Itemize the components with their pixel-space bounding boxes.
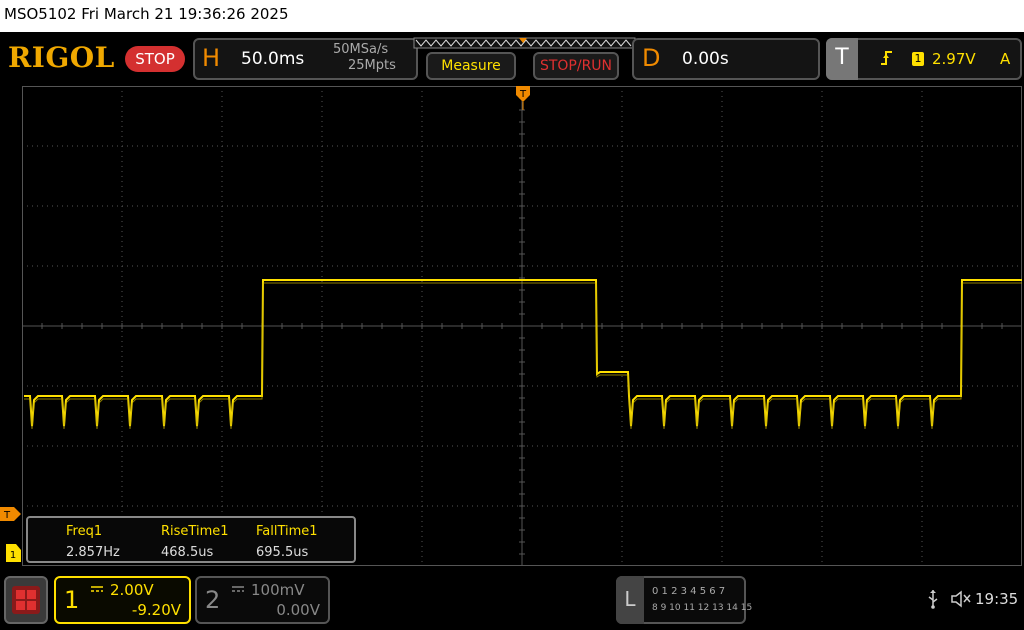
ch1-offset-marker[interactable]: 1	[6, 543, 22, 563]
ch1-waveform-noise	[24, 282, 1022, 430]
logic-panel[interactable]: L 0 1 2 3 4 5 6 7 8 9 10 11 12 13 14 15	[616, 576, 752, 624]
measure-button[interactable]: Measure	[426, 52, 516, 80]
trigger-level: 2.97V	[932, 50, 976, 68]
usb-icon	[928, 590, 938, 609]
logic-letter-box: L	[616, 576, 644, 624]
logic-letter: L	[624, 587, 636, 611]
trigger-time-marker[interactable]: T	[515, 86, 531, 110]
ch2-scale: 100mV	[251, 581, 305, 599]
meas-value-freq: 2.857Hz	[66, 545, 120, 560]
logic-channels-high: 8 9 10 11 12 13 14 15	[652, 603, 753, 613]
svg-text:T: T	[3, 510, 11, 521]
meas-value-fall: 695.5us	[256, 545, 309, 560]
svg-text:T: T	[519, 89, 527, 100]
ch2-offset: 0.00V	[276, 601, 320, 619]
logic-channels-low: 0 1 2 3 4 5 6 7	[652, 586, 726, 597]
rising-edge-icon	[881, 51, 892, 65]
speaker-muted-icon[interactable]	[950, 590, 972, 608]
horizontal-panel[interactable]: H 50.0ms 50MSa/s 25Mpts	[193, 38, 418, 80]
memory-depth: 25Mpts	[348, 58, 396, 73]
ch1-scale: 2.00V	[110, 581, 154, 599]
dc-coupling-icon	[232, 586, 244, 592]
meas-label-fall: FallTime1	[256, 524, 318, 539]
trigger-source-badge: 1	[912, 52, 924, 66]
stop-run-button[interactable]: STOP/RUN	[533, 52, 619, 80]
memory-overview[interactable]	[412, 36, 637, 50]
meas-label-rise: RiseTime1	[161, 524, 229, 539]
sample-rate: 50MSa/s	[333, 42, 389, 57]
run-status-badge[interactable]: STOP	[125, 46, 185, 72]
trigger-letter-box: T	[826, 38, 858, 80]
ch2-panel[interactable]: 2 100mV 0.00V	[195, 576, 330, 624]
dc-coupling-icon	[91, 586, 103, 592]
trigger-mode: A	[1000, 50, 1011, 68]
delay-panel[interactable]: D 0.00s	[632, 38, 820, 80]
svg-text:1: 1	[10, 550, 16, 561]
horizontal-letter: H	[202, 44, 221, 72]
ch1-panel[interactable]: 1 2.00V -9.20V	[54, 576, 191, 624]
brand-logo: RIGOL	[8, 41, 115, 74]
trigger-panel[interactable]: T 1 2.97V A	[826, 38, 1022, 80]
title-bar: MSO5102 Fri March 21 19:36:26 2025	[0, 0, 1024, 32]
meas-value-rise: 468.5us	[161, 545, 214, 560]
main-menu-button[interactable]	[4, 576, 48, 624]
ch2-number: 2	[205, 586, 221, 614]
ch1-number: 1	[64, 586, 80, 614]
device-title: MSO5102 Fri March 21 19:36:26 2025	[4, 5, 289, 23]
delay-value: 0.00s	[682, 49, 729, 69]
graticule	[22, 86, 1022, 566]
waveform-display[interactable]	[22, 86, 1022, 566]
ch1-offset: -9.20V	[131, 601, 181, 619]
delay-letter: D	[642, 44, 661, 72]
trigger-level-marker[interactable]: T	[0, 506, 22, 522]
timebase-value: 50.0ms	[241, 49, 305, 69]
measurement-panel[interactable]: Freq1 2.857Hz RiseTime1 468.5us FallTime…	[26, 516, 356, 563]
trigger-letter: T	[835, 45, 849, 70]
grid-menu-icon	[12, 586, 40, 614]
clock-time: 19:35	[975, 590, 1019, 608]
meas-label-freq: Freq1	[66, 524, 103, 539]
